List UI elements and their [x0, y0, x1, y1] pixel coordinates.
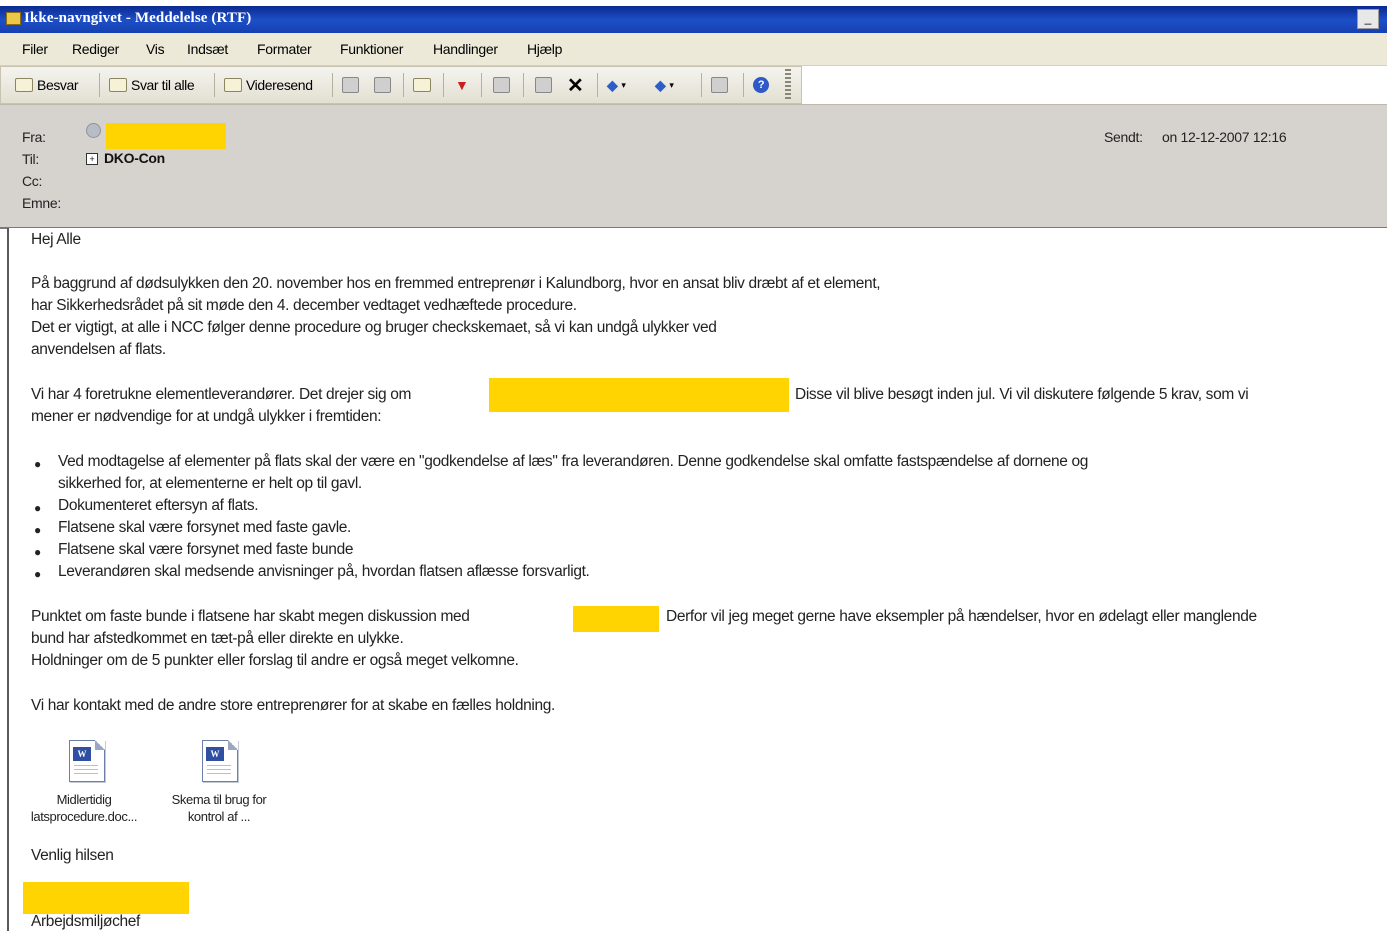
delete-button[interactable]: ✕ [567, 74, 584, 97]
paste-icon [535, 77, 552, 93]
previous-item-button[interactable]: ◆ ▾ [607, 75, 626, 95]
menu-actions[interactable]: Handlinger [433, 41, 498, 57]
attachment-2-name-line-2: kontrol af ... [187, 809, 251, 824]
sent-label: Sendt: [1104, 129, 1143, 145]
print-icon [342, 77, 359, 93]
toolbar: Besvar Svar til alle Videresend ▼ ✕ ◆ ▾ ◆… [0, 66, 802, 104]
redacted-signature-name [23, 882, 189, 914]
bullet-item-3: Flatsene skal være forsynet med faste ga… [58, 519, 352, 536]
greeting: Hej Alle [31, 231, 81, 248]
help-icon: ? [753, 77, 769, 93]
bullet-item-4: Flatsene skal være forsynet med faste bu… [58, 541, 354, 558]
window-title-bar[interactable]: Ikke-navngivet - Meddelelse (RTF) _ [0, 0, 1387, 33]
paragraph-1-line-4: anvendelsen af flats. [31, 341, 166, 358]
word-doc-icon: W [202, 740, 238, 782]
copy-icon [374, 77, 391, 93]
message-header: Fra: Til: + DKO-Con Cc: Emne: Sendt: on … [0, 104, 1387, 229]
menu-format[interactable]: Formater [257, 41, 312, 57]
forward-button[interactable]: Videresend [224, 75, 313, 95]
print-button[interactable] [342, 75, 359, 95]
copy-button[interactable] [374, 75, 391, 95]
paragraph-1-line-3: Det er vigtigt, at alle i NCC følger den… [31, 319, 717, 336]
arrow-right-icon: ◆ [655, 76, 666, 93]
move-to-folder-button[interactable] [413, 75, 431, 95]
bullet-item-5: Leverandøren skal medsende anvisninger p… [58, 563, 590, 580]
contacts-icon [493, 77, 510, 93]
minimize-button[interactable]: _ [1357, 9, 1379, 29]
bullet-item-2: Dokumenteret eftersyn af flats. [58, 497, 259, 514]
bullet-dot: ● [34, 501, 42, 515]
expand-icon[interactable]: + [86, 153, 98, 165]
address-book-button[interactable] [711, 75, 728, 95]
menu-edit[interactable]: Rediger [72, 41, 119, 57]
next-item-button[interactable]: ◆ ▾ [655, 75, 674, 95]
menu-file[interactable]: Filer [22, 41, 48, 57]
message-icon [6, 12, 21, 25]
attachment-2-name-line-1: Skema til brug for [171, 792, 267, 807]
closing: Venlig hilsen [31, 847, 114, 864]
message-body[interactable]: Hej Alle På baggrund af dødsulykken den … [7, 228, 1387, 931]
sent-date: on 12-12-2007 12:16 [1162, 129, 1287, 145]
bullet-item-1: Ved modtagelse af elementer på flats ska… [58, 453, 1089, 470]
forward-icon [224, 78, 242, 92]
menu-help[interactable]: Hjælp [527, 41, 562, 57]
paragraph-1-line-1: På baggrund af dødsulykken den 20. novem… [31, 275, 881, 292]
redacted-sender [106, 123, 226, 149]
address-book-icon [711, 77, 728, 93]
forward-label: Videresend [246, 77, 313, 93]
from-label: Fra: [22, 129, 46, 145]
to-label: Til: [22, 151, 39, 167]
paragraph-3-line-3: Holdninger om de 5 punkter eller forslag… [31, 652, 519, 669]
menu-view[interactable]: Vis [146, 41, 165, 57]
reply-all-button[interactable]: Svar til alle [109, 75, 195, 95]
sender-status-icon [86, 123, 101, 138]
chevron-down-icon: ▾ [621, 79, 626, 90]
cc-label: Cc: [22, 173, 43, 189]
menu-tools[interactable]: Funktioner [340, 41, 403, 57]
signature-title: Arbejdsmiljøchef [31, 913, 140, 930]
attachment-1-name-line-2: latsprocedure.doc... [30, 809, 138, 824]
window-title: Ikke-navngivet - Meddelelse (RTF) [24, 10, 252, 26]
paragraph-3-line-1a: Punktet om faste bunde i flatsene har sk… [31, 608, 470, 625]
word-doc-icon: W [69, 740, 105, 782]
reply-all-label: Svar til alle [131, 77, 195, 93]
contacts-button[interactable] [493, 75, 510, 95]
attachment-1-name-line-1: Midlertidig [56, 792, 112, 807]
help-button[interactable]: ? [753, 75, 769, 95]
reply-button[interactable]: Besvar [15, 75, 79, 95]
chevron-down-icon: ▾ [669, 79, 674, 90]
paragraph-3-line-2: bund har afstedkommet en tæt-på eller di… [31, 630, 404, 647]
bullet-dot: ● [34, 545, 42, 559]
flag-icon: ▼ [455, 77, 469, 93]
bullet-dot: ● [34, 523, 42, 537]
paragraph-2-line-1b: Disse vil blive besøgt inden jul. Vi vil… [795, 386, 1249, 403]
paragraph-2-line-1a: Vi har 4 foretrukne elementleverandører.… [31, 386, 412, 403]
menu-bar: Filer Rediger Vis Indsæt Formater Funkti… [0, 33, 1387, 66]
subject-label: Emne: [22, 195, 61, 211]
flag-button[interactable]: ▼ [455, 75, 469, 95]
to-recipient[interactable]: DKO-Con [104, 150, 165, 166]
reply-all-icon [109, 78, 127, 92]
bullet-dot: ● [34, 567, 42, 581]
redacted-company [573, 606, 659, 632]
paragraph-3-line-1b: Derfor vil jeg meget gerne have eksemple… [666, 608, 1257, 625]
bullet-dot: ● [34, 457, 42, 471]
arrow-left-icon: ◆ [607, 76, 618, 93]
reply-label: Besvar [37, 77, 79, 93]
paragraph-2-line-2: mener er nødvendige for at undgå ulykker… [31, 408, 382, 425]
reply-icon [15, 78, 33, 92]
delete-icon: ✕ [567, 74, 584, 97]
bullet-item-1-continued: sikkerhed for, at elementerne er helt op… [58, 475, 362, 492]
redacted-suppliers [489, 378, 789, 412]
move-icon [413, 78, 431, 92]
toolbar-grip[interactable] [785, 69, 791, 99]
menu-insert[interactable]: Indsæt [187, 41, 228, 57]
paragraph-1-line-2: har Sikkerhedsrådet på sit møde den 4. d… [31, 297, 577, 314]
paste-button[interactable] [535, 75, 552, 95]
paragraph-4: Vi har kontakt med de andre store entrep… [31, 697, 555, 714]
